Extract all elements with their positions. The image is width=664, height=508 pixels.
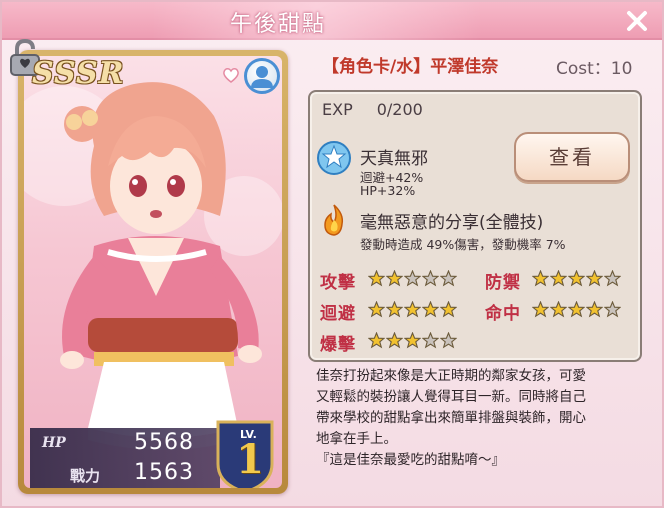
view-button[interactable]: 查看	[514, 132, 630, 182]
power-value: 1563	[134, 460, 194, 485]
hp-label: HP	[42, 435, 66, 451]
star-filled-icon	[385, 300, 404, 318]
skill1-desc-2: HP+32%	[360, 183, 416, 198]
star-filled-icon	[549, 300, 568, 318]
desc-line-1: 佳奈打扮起來像是大正時期的鄰家女孩，可愛	[316, 368, 586, 384]
profile-button[interactable]	[244, 58, 280, 94]
desc-line-2: 又輕鬆的裝扮讓人覺得耳目一新。同時將自己	[316, 389, 586, 405]
dialog-title: 午後甜點	[230, 12, 327, 37]
close-button[interactable]	[624, 8, 650, 34]
star-empty-icon	[403, 269, 422, 287]
star-empty-icon	[421, 331, 440, 349]
star-filled-icon	[385, 269, 404, 287]
character-card: HP 5568 戰力 1563 LV. 1	[18, 50, 288, 494]
star-filled-icon	[403, 331, 422, 349]
attr-stars-defense	[531, 269, 622, 288]
attr-label-attack: 攻擊	[320, 273, 356, 293]
star-empty-icon	[603, 300, 622, 318]
desc-line-4: 地拿在手上。	[316, 431, 397, 447]
star-filled-icon	[439, 300, 458, 318]
blue-star-icon	[317, 141, 351, 175]
hp-value: 5568	[134, 430, 194, 455]
skill1-name: 天真無邪	[360, 149, 428, 169]
exp-value: 0/200	[376, 100, 423, 119]
star-empty-icon	[421, 269, 440, 287]
star-filled-icon	[567, 269, 586, 287]
star-filled-icon	[567, 300, 586, 318]
star-filled-icon	[421, 300, 440, 318]
flame-icon	[324, 204, 344, 236]
star-filled-icon	[585, 269, 604, 287]
star-filled-icon	[385, 331, 404, 349]
attr-label-accuracy: 命中	[485, 304, 521, 324]
level-value: 1	[236, 436, 264, 483]
star-filled-icon	[531, 300, 550, 318]
desc-line-3: 帶來學校的甜點拿出來簡單排盤與裝飾，開心	[316, 410, 586, 426]
skill2-desc: 發動時造成 49%傷害，發動機率 7%	[360, 237, 566, 252]
star-empty-icon	[603, 269, 622, 287]
skill2-name: 毫無惡意的分享(全體技)	[360, 213, 544, 233]
power-label: 戰力	[70, 467, 101, 485]
star-empty-icon	[439, 331, 458, 349]
attr-label-evasion: 迴避	[320, 304, 356, 324]
card-art-area: HP 5568 戰力 1563 LV. 1	[24, 56, 282, 488]
cost-label: Cost：10	[556, 59, 633, 79]
star-filled-icon	[403, 300, 422, 318]
exp-row: EXP 0/200	[322, 100, 423, 119]
character-name: 【角色卡/水】平澤佳奈	[322, 57, 499, 77]
desc-line-5: 『這是佳奈最愛吃的甜點唷～』	[316, 452, 505, 468]
attr-label-defense: 防禦	[485, 273, 521, 293]
rarity-label: SSSR	[32, 56, 125, 91]
hp-band: HP 5568	[30, 428, 220, 458]
close-icon	[627, 11, 647, 31]
user-icon	[251, 66, 273, 88]
star-filled-icon	[367, 331, 386, 349]
attr-stars-evasion	[367, 300, 458, 319]
power-band: 戰力 1563	[30, 458, 220, 488]
attr-stars-accuracy	[531, 300, 622, 319]
star-filled-icon	[367, 300, 386, 318]
star-filled-icon	[549, 269, 568, 287]
favorite-heart-icon[interactable]	[222, 66, 240, 84]
character-description: 佳奈打扮起來像是大正時期的鄰家女孩，可愛 又輕鬆的裝扮讓人覺得耳目一新。同時將自…	[316, 366, 644, 471]
star-empty-icon	[439, 269, 458, 287]
star-filled-icon	[367, 269, 386, 287]
exp-label: EXP	[322, 100, 353, 119]
attr-stars-attack	[367, 269, 458, 288]
star-filled-icon	[531, 269, 550, 287]
dialog-window: 午後甜點 HP 5568 戰力 1563 LV. 1 SSSR 【角色卡/水】平…	[0, 0, 664, 508]
title-bar: 午後甜點	[2, 2, 662, 40]
star-filled-icon	[585, 300, 604, 318]
attr-label-critical: 爆擊	[320, 335, 356, 355]
attr-stars-critical	[367, 331, 458, 350]
